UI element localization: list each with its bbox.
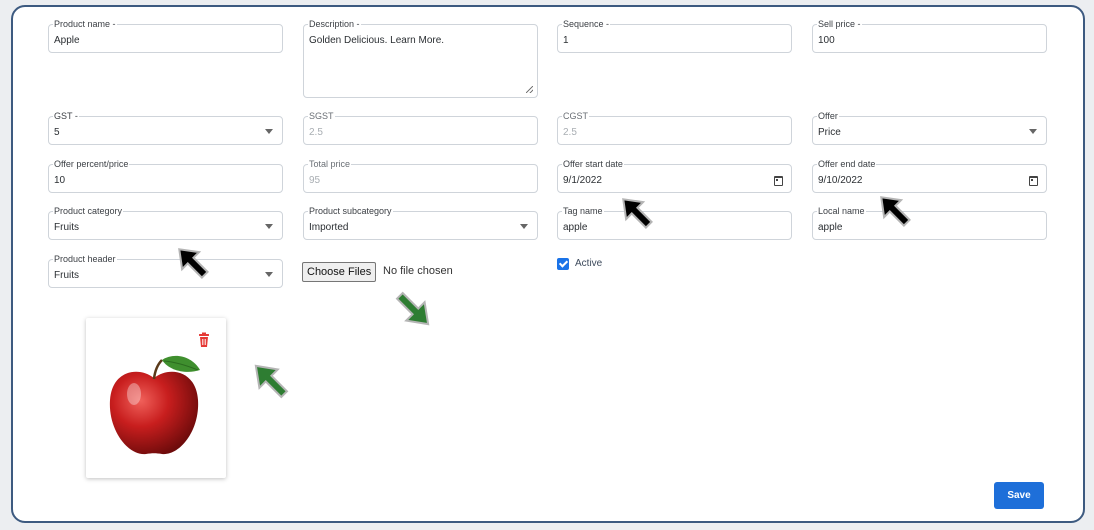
sell-price-label: Sell price - [817, 19, 862, 30]
product-header-value: Fruits [54, 270, 79, 281]
offer-value: Price [818, 127, 841, 138]
gst-value: 5 [54, 127, 60, 138]
resize-handle-icon[interactable] [526, 86, 533, 93]
local-name-field[interactable]: Local name apple [812, 206, 1047, 240]
sell-price-field[interactable]: Sell price - 100 [812, 19, 1047, 53]
tag-name-field[interactable]: Tag name apple [557, 206, 792, 240]
offer-percent-price-label: Offer percent/price [53, 159, 130, 170]
annotation-arrow-black-icon [622, 198, 653, 229]
total-price-label: Total price [308, 159, 352, 170]
tag-name-value: apple [563, 222, 588, 233]
cgst-label: CGST [562, 111, 590, 122]
offer-start-date-field[interactable]: Offer start date 9/1/2022 [557, 159, 792, 193]
description-value: Golden Delicious. Learn More. [309, 35, 445, 46]
chevron-down-icon [520, 224, 528, 229]
product-name-field[interactable]: Product name - Apple [48, 19, 283, 53]
offer-percent-price-field[interactable]: Offer percent/price 10 [48, 159, 283, 193]
save-button[interactable]: Save [994, 482, 1044, 509]
choose-files-button[interactable]: Choose Files [302, 262, 377, 282]
annotation-arrow-black-icon [178, 248, 209, 279]
product-subcategory-label: Product subcategory [308, 206, 393, 217]
product-header-label: Product header [53, 254, 117, 265]
product-image-card [86, 318, 226, 478]
annotation-arrow-green-icon [254, 364, 289, 399]
total-price-value: 95 [309, 175, 321, 186]
calendar-icon[interactable] [774, 176, 783, 186]
sell-price-value: 100 [818, 35, 835, 46]
sequence-field[interactable]: Sequence - 1 [557, 19, 792, 53]
chevron-down-icon [265, 129, 273, 134]
sgst-field: SGST 2.5 [303, 111, 538, 145]
offer-select[interactable]: Offer Price [812, 111, 1047, 145]
product-category-label: Product category [53, 206, 124, 217]
tag-name-label: Tag name [562, 206, 604, 217]
annotation-arrow-green-icon [395, 291, 430, 326]
chevron-down-icon [265, 224, 273, 229]
description-field[interactable]: Description - Golden Delicious. Learn Mo… [303, 19, 538, 98]
sequence-value: 1 [563, 35, 569, 46]
offer-end-date-label: Offer end date [817, 159, 877, 170]
active-checkbox[interactable] [557, 258, 569, 270]
product-subcategory-select[interactable]: Product subcategory Imported [303, 206, 538, 240]
offer-percent-price-value: 10 [54, 175, 66, 186]
chevron-down-icon [265, 272, 273, 277]
description-label: Description - [308, 19, 361, 30]
apple-image [109, 355, 200, 455]
gst-select[interactable]: GST - 5 [48, 111, 283, 145]
annotation-arrow-black-icon [880, 196, 911, 227]
local-name-label: Local name [817, 206, 866, 217]
chevron-down-icon [1029, 129, 1037, 134]
cgst-field: CGST 2.5 [557, 111, 792, 145]
file-status-text: No file chosen [383, 265, 453, 277]
sgst-label: SGST [308, 111, 335, 122]
product-header-select[interactable]: Product header Fruits [48, 254, 283, 288]
offer-start-date-value: 9/1/2022 [563, 175, 602, 186]
offer-end-date-field[interactable]: Offer end date 9/10/2022 [812, 159, 1047, 193]
product-name-label: Product name - [53, 19, 117, 30]
offer-end-date-value: 9/10/2022 [818, 175, 863, 186]
cgst-value: 2.5 [563, 127, 577, 138]
local-name-value: apple [818, 222, 843, 233]
sequence-label: Sequence - [562, 19, 611, 30]
sgst-value: 2.5 [309, 127, 323, 138]
product-name-value: Apple [54, 35, 80, 46]
product-category-select[interactable]: Product category Fruits [48, 206, 283, 240]
product-subcategory-value: Imported [309, 222, 349, 233]
offer-label: Offer [817, 111, 839, 122]
calendar-icon[interactable] [1029, 176, 1038, 186]
total-price-field: Total price 95 [303, 159, 538, 193]
gst-label: GST - [53, 111, 79, 122]
offer-start-date-label: Offer start date [562, 159, 624, 170]
product-category-value: Fruits [54, 222, 79, 233]
active-label: Active [575, 258, 603, 269]
trash-icon[interactable] [196, 332, 212, 348]
